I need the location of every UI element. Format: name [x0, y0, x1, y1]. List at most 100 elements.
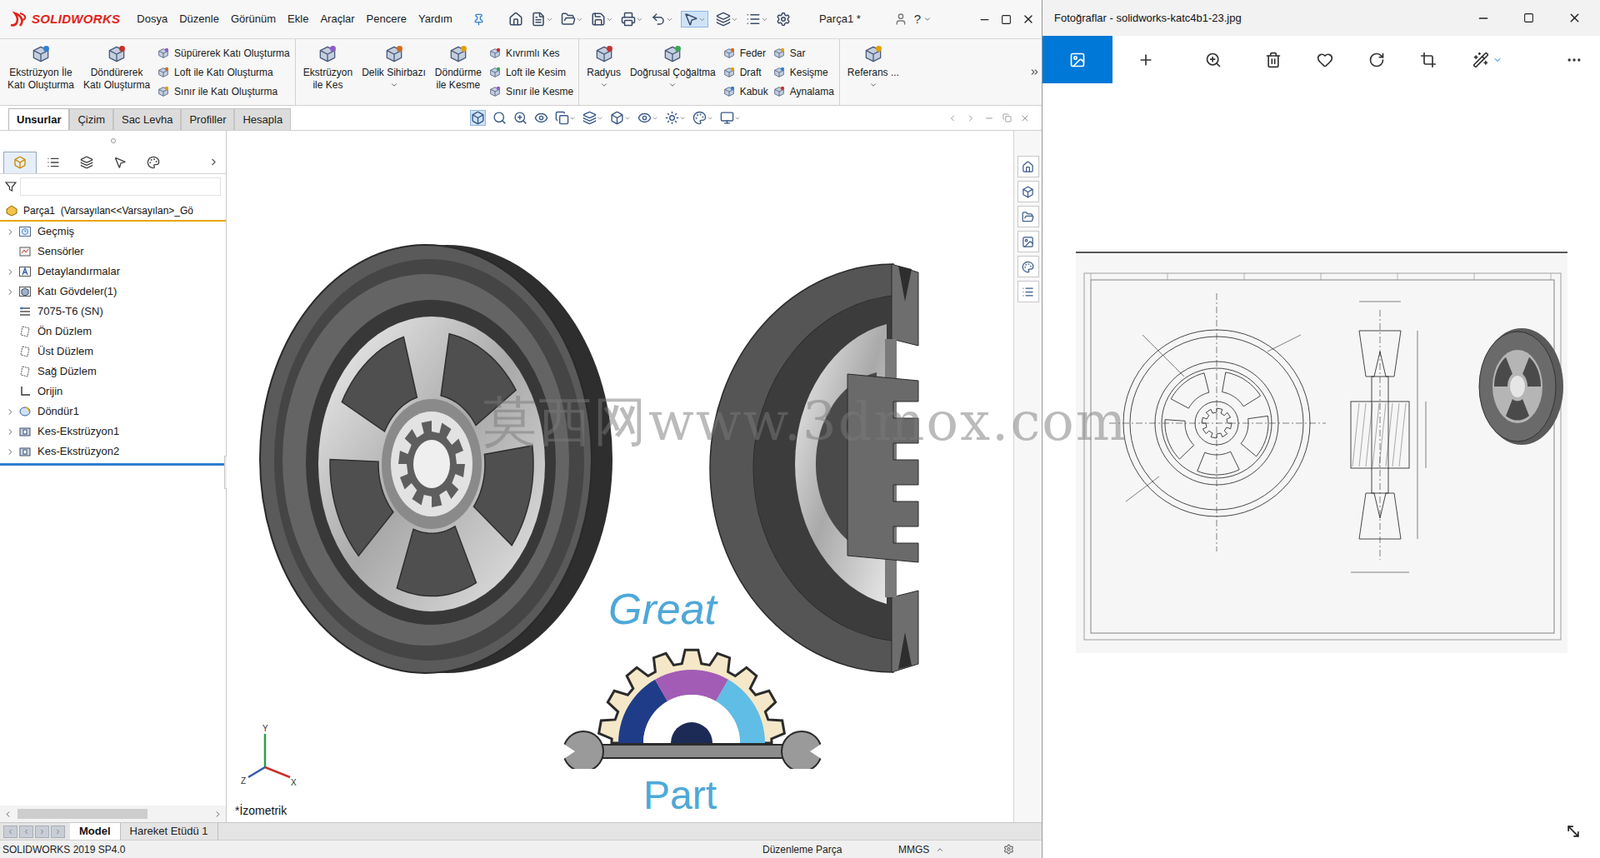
- close-icon[interactable]: [1567, 10, 1582, 25]
- view-button[interactable]: [555, 110, 576, 125]
- tree-item[interactable]: 7075-T6 (SN): [0, 301, 226, 322]
- ribbon-button[interactable]: Döndürmeile Kesme: [432, 39, 485, 105]
- photos-toolbar-button[interactable]: [1299, 35, 1351, 84]
- tab-nav-button[interactable]: [19, 825, 34, 839]
- help-dropdown-icon[interactable]: [923, 15, 932, 24]
- help-button[interactable]: ?: [914, 10, 921, 30]
- ribbon-small-button[interactable]: Loft ile Katı Oluşturma: [156, 64, 290, 81]
- toolbar-button[interactable]: [620, 11, 644, 27]
- menu-item[interactable]: Ekle: [287, 10, 309, 28]
- tree-item[interactable]: Orijin: [0, 381, 226, 402]
- tree-root[interactable]: Parça1 (Varsayılan<<Varsayılan>_Gö: [0, 200, 226, 222]
- maximize-icon[interactable]: [1000, 14, 1012, 25]
- tree-item[interactable]: Geçmiş: [0, 221, 226, 242]
- task-pane-button[interactable]: [1017, 255, 1040, 278]
- expand-arrow-icon[interactable]: [5, 227, 15, 237]
- task-pane-button[interactable]: [1017, 180, 1040, 203]
- expand-arrow-icon[interactable]: [5, 427, 15, 437]
- toolbar-button[interactable]: [680, 10, 709, 28]
- toolbar-button[interactable]: [715, 11, 739, 27]
- ribbon-small-button[interactable]: Süpürerek Katı Oluşturma: [156, 45, 290, 62]
- bottom-tab[interactable]: Model: [70, 823, 121, 840]
- tree-item[interactable]: Sensörler: [0, 241, 226, 262]
- view-button[interactable]: [470, 110, 486, 126]
- photos-toolbar-button[interactable]: [1548, 35, 1600, 84]
- toolbar-button[interactable]: [650, 11, 674, 27]
- view-button[interactable]: [720, 110, 741, 125]
- toolbar-button[interactable]: [530, 11, 554, 27]
- ribbon-small-button[interactable]: Sınır ile Katı Oluşturma: [156, 83, 290, 100]
- tree-item[interactable]: Katı Gövdeler(1): [0, 281, 226, 302]
- ribbon-button[interactable]: Delik Sihirbazı: [359, 39, 429, 105]
- tree-item[interactable]: Döndür1: [0, 401, 226, 422]
- dropdown-arrow-icon[interactable]: [600, 80, 609, 90]
- command-tab[interactable]: Unsurlar: [8, 108, 70, 130]
- doc-minimize-icon[interactable]: [984, 113, 995, 124]
- photos-toolbar-button[interactable]: [1112, 35, 1180, 84]
- task-pane-button[interactable]: [1017, 155, 1040, 178]
- ribbon-small-button[interactable]: Sınır ile Kesme: [488, 83, 574, 100]
- ribbon-button[interactable]: Doğrusal Çoğaltma: [627, 39, 719, 105]
- expand-arrow-icon[interactable]: [5, 407, 15, 417]
- panel-tab[interactable]: [136, 151, 170, 174]
- tree-item[interactable]: Kes-Ekstrüzyon1: [0, 421, 226, 442]
- expand-arrow-icon[interactable]: [5, 267, 15, 277]
- menu-item[interactable]: Düzenle: [179, 10, 220, 28]
- ribbon-button[interactable]: Radyus: [584, 39, 624, 105]
- view-button[interactable]: [492, 110, 507, 125]
- ribbon-small-button[interactable]: Kıvrımlı Kes: [488, 45, 574, 62]
- close-icon[interactable]: [1021, 12, 1035, 26]
- minimize-icon[interactable]: [978, 13, 991, 26]
- command-tab[interactable]: Hesapla: [234, 108, 291, 130]
- horizontal-scrollbar[interactable]: [0, 805, 226, 823]
- ribbon-small-button[interactable]: Kabuk: [722, 83, 769, 100]
- expand-arrow-icon[interactable]: [5, 447, 15, 457]
- more-commands-icon[interactable]: [1029, 66, 1040, 78]
- photos-toolbar-button[interactable]: [1454, 35, 1521, 84]
- menu-item[interactable]: Araçlar: [320, 10, 355, 28]
- graphics-area[interactable]: GreatPartYZX*İzometrik: [226, 130, 1014, 823]
- scroll-left-icon[interactable]: [3, 810, 13, 820]
- toolbar-button[interactable]: [560, 11, 584, 27]
- pin-icon[interactable]: [472, 13, 485, 26]
- tab-nav-button[interactable]: [3, 825, 18, 839]
- tile-right-icon[interactable]: [965, 113, 976, 124]
- ribbon-button[interactable]: Referans ...: [845, 39, 902, 105]
- user-icon[interactable]: [894, 12, 908, 26]
- dropdown-arrow-icon[interactable]: [668, 80, 677, 90]
- view-button[interactable]: [513, 110, 528, 125]
- units-menu-icon[interactable]: [935, 845, 945, 855]
- toolbar-button[interactable]: [508, 11, 524, 27]
- toolbar-button[interactable]: [775, 11, 791, 27]
- menu-item[interactable]: Yardım: [418, 10, 453, 28]
- toolbar-button[interactable]: [745, 11, 769, 27]
- tree-item[interactable]: Ön Düzlem: [0, 321, 226, 342]
- photos-toolbar-button[interactable]: [1350, 35, 1403, 84]
- panel-tab[interactable]: [36, 151, 70, 174]
- tree-item[interactable]: Üst Düzlem: [0, 341, 226, 362]
- command-tab[interactable]: Profiller: [180, 108, 235, 130]
- doc-restore-icon[interactable]: [1002, 113, 1012, 123]
- toolbar-button[interactable]: [590, 11, 614, 27]
- ribbon-button[interactable]: DöndürerekKatı Oluşturma: [80, 39, 153, 105]
- ribbon-small-button[interactable]: Sar: [772, 45, 835, 62]
- dropdown-arrow-icon[interactable]: [869, 80, 878, 90]
- tree-item[interactable]: Detaylandırmalar: [0, 261, 226, 282]
- ribbon-small-button[interactable]: Kesişme: [772, 64, 835, 81]
- view-button[interactable]: [637, 110, 659, 125]
- filter-icon[interactable]: [5, 180, 17, 193]
- tab-nav-button[interactable]: [50, 825, 65, 839]
- task-pane-button[interactable]: [1017, 280, 1040, 303]
- ribbon-small-button[interactable]: Draft: [722, 64, 769, 81]
- tab-nav-button[interactable]: [35, 825, 50, 839]
- filter-input[interactable]: [20, 177, 221, 196]
- view-button[interactable]: [665, 110, 686, 125]
- photos-toolbar-button[interactable]: [1042, 35, 1113, 84]
- ribbon-small-button[interactable]: Loft ile Kesim: [488, 64, 574, 81]
- view-button[interactable]: [534, 110, 549, 125]
- photo-canvas[interactable]: [1042, 83, 1600, 858]
- panel-collapse-handle[interactable]: [0, 130, 226, 151]
- menu-item[interactable]: Görünüm: [230, 10, 276, 28]
- panel-tab[interactable]: [70, 151, 104, 174]
- more-tabs-icon[interactable]: [208, 156, 220, 168]
